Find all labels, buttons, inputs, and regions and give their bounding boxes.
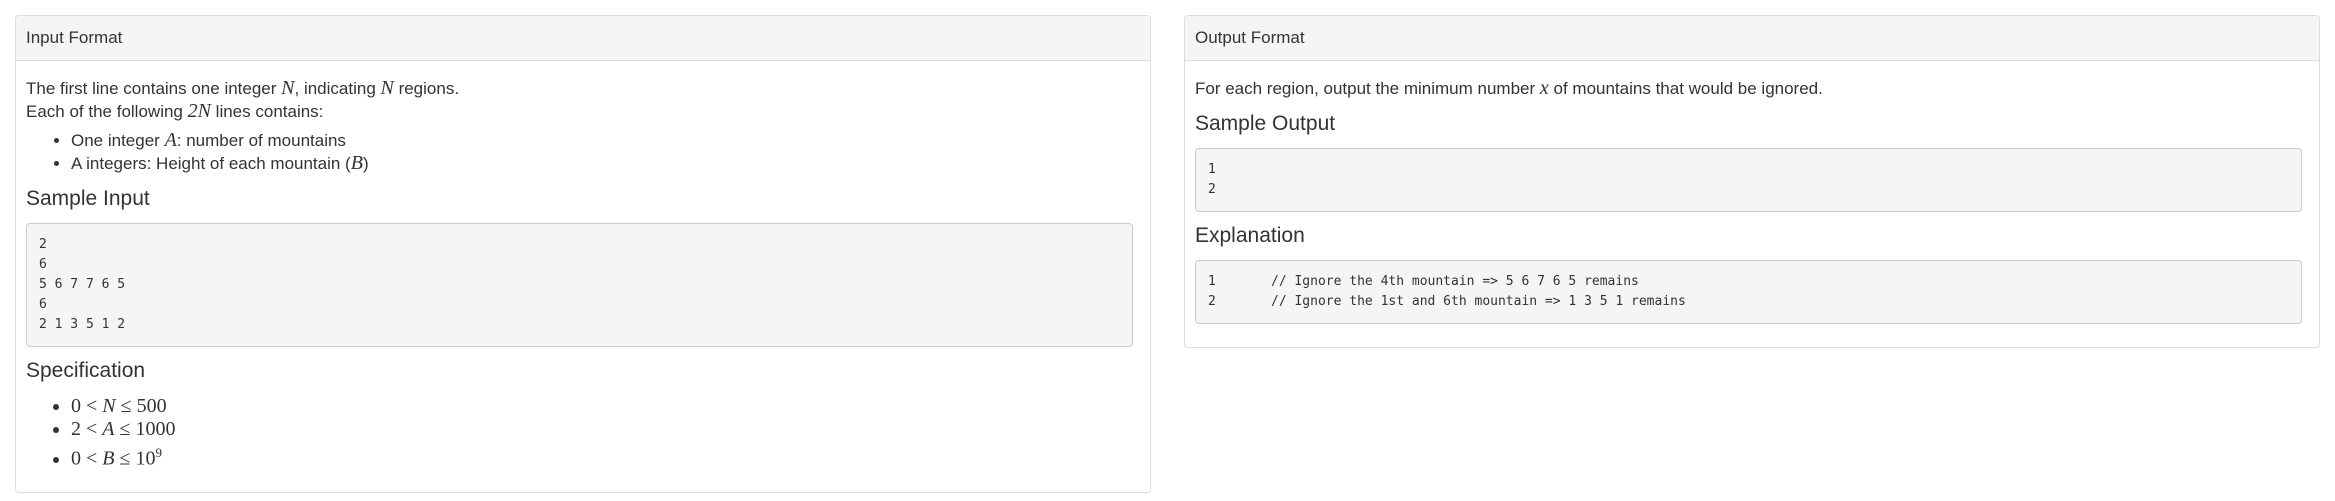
text: A integers: Height of each mountain ( [71,154,351,173]
text: : number of mountains [176,131,346,150]
text: The first line contains one integer [26,79,282,98]
text: ) [362,154,369,173]
input-line-1: The first line contains one integer N, i… [26,77,1133,100]
math-var: B [350,152,363,174]
code-line: 1 [1208,162,1216,177]
math-var: B [102,447,115,470]
code-line: 5 6 7 7 6 5 [39,277,126,292]
explanation-text: // Ignore the 4th mountain => 5 6 7 6 5 … [1271,274,1639,289]
explanation-text: // Ignore the 1st and 6th mountain => 1 … [1271,294,1686,309]
input-format-panel: Input Format The first line contains one… [15,15,1151,493]
input-line-2: Each of the following 2N lines contains: [26,100,1133,123]
code-line: 2 [1208,182,1216,197]
text: regions. [393,79,460,98]
line-number: 2 [1208,294,1216,309]
output-description: For each region, output the minimum numb… [1195,77,2302,100]
explanation-row: 1 // Ignore the 4th mountain => 5 6 7 6 5… [1208,272,2289,292]
text: of mountains that would be ignored. [1548,79,1823,98]
spec-item: 0 < N ≤ 500 [71,395,1133,418]
spec-hi: 10 [135,447,156,470]
explanation-title: Explanation [1195,224,1305,247]
spec-item: 2 < A ≤ 1000 [71,418,1133,441]
input-bullets: One integer A: number of mountains A int… [26,129,1133,175]
math-var: x [1539,77,1549,99]
spec-hi: 500 [136,395,167,417]
code-line: 2 1 3 5 1 2 [39,317,126,332]
list-item: One integer A: number of mountains [71,129,1133,152]
explanation-block[interactable]: 1 // Ignore the 4th mountain => 5 6 7 6 5… [1195,260,2302,324]
spec-hi: 1000 [135,418,176,440]
math-var: A [102,418,115,440]
text: , indicating [294,79,381,98]
sample-output-block[interactable]: 12 [1195,148,2302,212]
explanation-row: 2 // Ignore the 1st and 6th mountain => 1… [1208,292,2289,312]
specification-list: 0 < N ≤ 500 2 < A ≤ 1000 0 < B ≤ 109 [26,395,1133,471]
specification-title: Specification [26,359,146,382]
text: Each of the following [26,102,188,121]
output-format-panel: Output Format For each region, output th… [1184,15,2320,348]
math-var: N [380,77,394,99]
output-format-body: For each region, output the minimum numb… [1185,61,2319,334]
math-var: 2N [187,100,211,122]
sample-input-block[interactable]: 2 6 5 6 7 7 6 5 6 2 1 3 5 1 2 [26,223,1133,347]
text: One integer [71,131,165,150]
spec-item: 0 < B ≤ 109 [71,441,1133,471]
text: For each region, output the minimum numb… [1195,79,1540,98]
spec-lo: 0 [71,395,81,417]
sample-output-title: Sample Output [1195,112,1336,135]
input-format-body: The first line contains one integer N, i… [16,61,1150,481]
code-line: 6 [39,257,47,272]
input-format-heading: Input Format [16,16,1150,61]
sample-input-title: Sample Input [26,187,150,210]
code-line: 2 [39,237,47,252]
spec-lo: 0 [71,447,81,470]
text: lines contains: [210,102,324,121]
math-var: A [164,129,177,151]
math-var: N [102,395,116,417]
spec-exponent: 9 [155,445,162,460]
code-line: 6 [39,297,47,312]
list-item: A integers: Height of each mountain (B) [71,152,1133,175]
line-number: 1 [1208,274,1216,289]
output-format-heading: Output Format [1185,16,2319,61]
spec-lo: 2 [71,418,81,440]
math-var: N [281,77,295,99]
